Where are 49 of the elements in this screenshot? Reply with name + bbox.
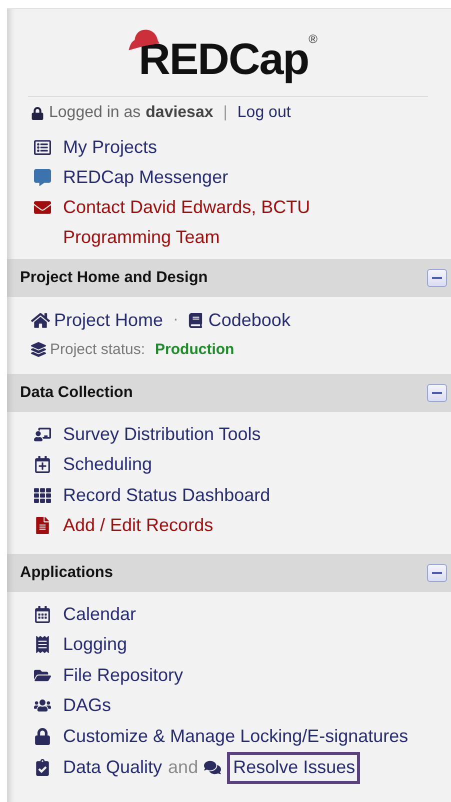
login-status: Logged in as bbox=[49, 104, 141, 122]
logo-text: REDCap bbox=[138, 38, 309, 82]
users-icon bbox=[34, 697, 50, 714]
collapse-button[interactable] bbox=[427, 384, 447, 402]
section-title: Data Collection bbox=[20, 384, 133, 402]
logout-link[interactable]: Log out bbox=[237, 104, 291, 122]
nav-link[interactable]: File Repository bbox=[63, 664, 184, 686]
comments-icon bbox=[204, 759, 222, 776]
separator: | bbox=[223, 104, 228, 122]
receipt-icon bbox=[34, 636, 50, 654]
nav-link[interactable]: Project Home bbox=[54, 310, 164, 330]
document-icon bbox=[34, 517, 50, 534]
nav-link[interactable]: Scheduling bbox=[63, 454, 152, 476]
nav-link[interactable]: Codebook bbox=[208, 310, 290, 330]
lock-icon bbox=[34, 728, 50, 745]
list-icon bbox=[34, 138, 50, 156]
nav-link[interactable]: Data Quality bbox=[63, 757, 162, 778]
contact-link[interactable]: Contact David Edwards, BCTU Programming Team bbox=[63, 192, 353, 252]
grid-icon bbox=[34, 486, 50, 504]
section-title: Applications bbox=[20, 564, 114, 582]
username: daviesax bbox=[146, 104, 214, 122]
nav-link[interactable]: Add / Edit Records bbox=[63, 515, 214, 536]
layers-icon bbox=[31, 342, 46, 356]
status-value: Production bbox=[155, 340, 234, 358]
joiner-text: and bbox=[168, 757, 198, 778]
clipboard-check-icon bbox=[34, 759, 50, 776]
calendar-icon bbox=[34, 606, 50, 623]
nav-link[interactable]: Survey Distribution Tools bbox=[63, 424, 261, 445]
dot-separator: · bbox=[173, 311, 178, 329]
lock-icon bbox=[31, 106, 44, 120]
house-icon bbox=[31, 310, 50, 330]
collapse-button[interactable] bbox=[427, 564, 447, 582]
nav-link[interactable]: Logging bbox=[63, 634, 128, 656]
chat-bubble-icon bbox=[34, 168, 50, 186]
calendar-plus-icon bbox=[34, 456, 50, 474]
nav-link[interactable]: My Projects bbox=[63, 136, 158, 158]
status-label: Project status: bbox=[50, 340, 146, 358]
nav-link[interactable]: REDCap Messenger bbox=[63, 166, 228, 188]
presenter-icon bbox=[34, 426, 50, 443]
nav-link[interactable]: Customize & Manage Locking/E-signatures bbox=[63, 726, 408, 747]
section-title: Project Home and Design bbox=[20, 269, 208, 287]
registered-mark: ® bbox=[308, 32, 318, 46]
book-icon bbox=[188, 312, 204, 328]
envelope-icon bbox=[34, 198, 50, 216]
nav-link[interactable]: DAGs bbox=[63, 695, 112, 716]
nav-link[interactable]: Record Status Dashboard bbox=[63, 484, 270, 506]
collapse-button[interactable] bbox=[427, 269, 447, 287]
resolve-issues-link[interactable]: Resolve Issues bbox=[233, 756, 356, 778]
nav-link[interactable]: Calendar bbox=[63, 604, 136, 625]
